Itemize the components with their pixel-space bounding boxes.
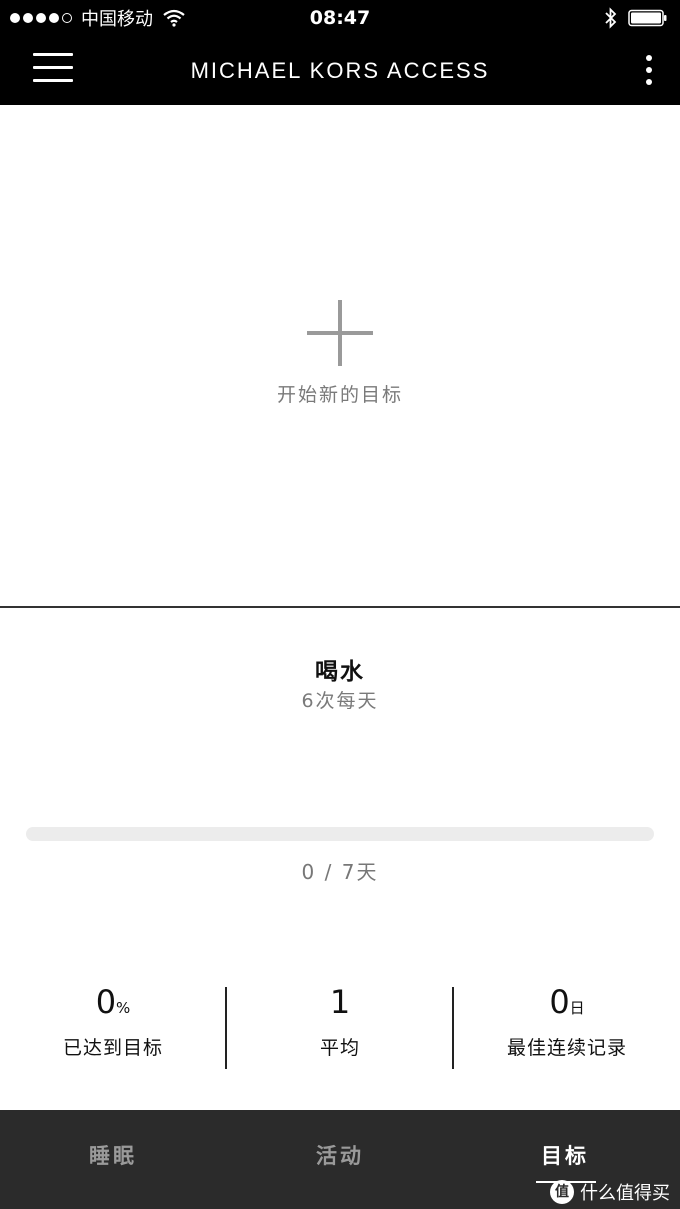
app-title: MICHAEL KORS ACCESS — [190, 58, 490, 83]
goal-frequency: 6次每天 — [301, 690, 379, 712]
goal-title: 喝水 — [315, 659, 365, 685]
goal-progress-bar — [26, 827, 654, 841]
plus-icon[interactable] — [307, 300, 373, 366]
stat-achieved: 0% 已达到目标 — [0, 985, 226, 1060]
battery-icon — [628, 9, 667, 27]
watermark-text: 什么值得买 — [580, 1183, 670, 1204]
watermark: 值 什么值得买 — [550, 1178, 670, 1206]
tab-sleep[interactable]: 睡眠 — [0, 1110, 226, 1209]
tab-label: 睡眠 — [89, 1144, 137, 1168]
stat-label: 最佳连续记录 — [506, 1037, 627, 1059]
new-goal-label[interactable]: 开始新的目标 — [0, 380, 680, 407]
goal-stats: 0% 已达到目标 1 平均 0日 最佳连续记录 — [0, 985, 680, 1075]
stat-unit: % — [116, 999, 131, 1017]
stat-average: 1 平均 — [227, 985, 453, 1060]
status-bar: 中国移动 08:47 — [0, 0, 680, 36]
stat-label: 已达到目标 — [62, 1037, 163, 1059]
stat-value: 1 — [329, 983, 351, 1021]
status-right — [604, 0, 668, 36]
app-header: MICHAEL KORS ACCESS — [0, 36, 680, 105]
stat-label: 平均 — [319, 1037, 360, 1059]
watermark-logo: 值 — [550, 1180, 574, 1204]
stat-best-streak: 0日 最佳连续记录 — [454, 985, 680, 1060]
goal-progress-text: 0 / 7天 — [301, 860, 379, 884]
stat-value: 0% — [95, 983, 131, 1021]
bluetooth-icon — [605, 7, 617, 29]
section-divider — [0, 606, 680, 608]
stat-unit: 日 — [569, 999, 585, 1017]
more-options-icon[interactable] — [644, 53, 654, 87]
tab-activity[interactable]: 活动 — [227, 1110, 453, 1209]
status-time: 08:47 — [309, 7, 371, 29]
stat-value: 0日 — [549, 983, 585, 1021]
new-goal-area[interactable]: 开始新的目标 — [0, 105, 680, 607]
tab-label: 活动 — [316, 1144, 364, 1168]
app-screen: 中国移动 08:47 MICHAEL KORS ACCESS 开始新的目标 喝水… — [0, 0, 680, 1209]
tab-label: 目标 — [541, 1144, 589, 1168]
